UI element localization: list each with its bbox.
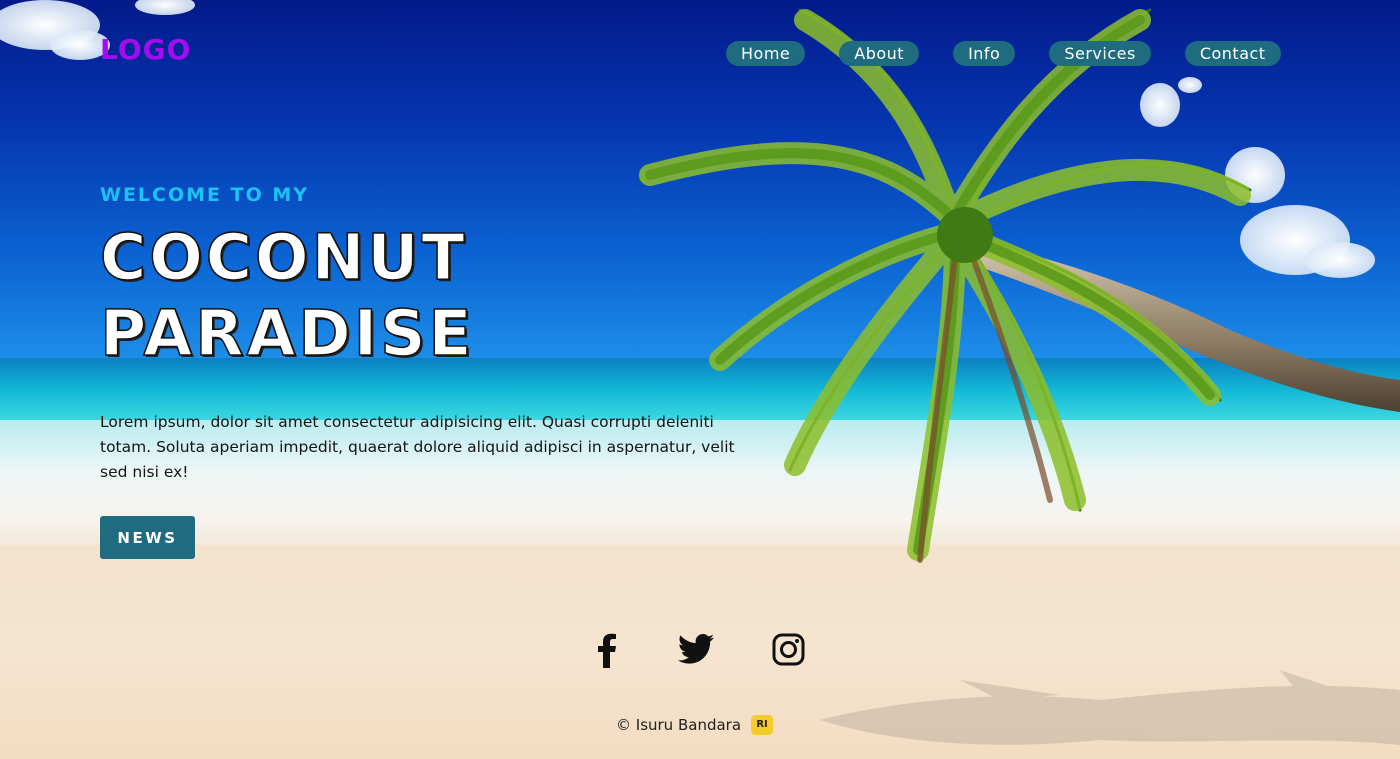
facebook-icon[interactable] xyxy=(595,632,619,668)
copyright-text: © Isuru Bandara xyxy=(616,716,742,734)
nav-about[interactable]: About xyxy=(839,41,920,66)
hero-title: COCONUT PARADISE xyxy=(99,220,475,372)
nav-home[interactable]: Home xyxy=(726,41,806,66)
nav-services[interactable]: Services xyxy=(1049,41,1151,66)
author-badge-icon: RI xyxy=(751,715,774,735)
instagram-icon[interactable] xyxy=(772,633,805,666)
hero-title-line-1: COCONUT xyxy=(99,220,468,295)
palm-shadow xyxy=(820,670,1400,745)
hero-eyebrow: WELCOME TO MY xyxy=(100,184,310,206)
footer: © Isuru Bandara RI xyxy=(616,715,774,735)
nav-info[interactable]: Info xyxy=(953,41,1016,66)
nav-contact[interactable]: Contact xyxy=(1184,41,1281,66)
hero-title-line-2: PARADISE xyxy=(99,296,475,371)
news-button[interactable]: NEWS xyxy=(100,516,195,559)
hero-paragraph: Lorem ipsum, dolor sit amet consectetur … xyxy=(100,413,735,481)
twitter-icon[interactable] xyxy=(678,634,714,664)
main-nav: Home About Info Services Contact xyxy=(726,41,1281,66)
logo[interactable]: LOGO xyxy=(100,33,191,66)
